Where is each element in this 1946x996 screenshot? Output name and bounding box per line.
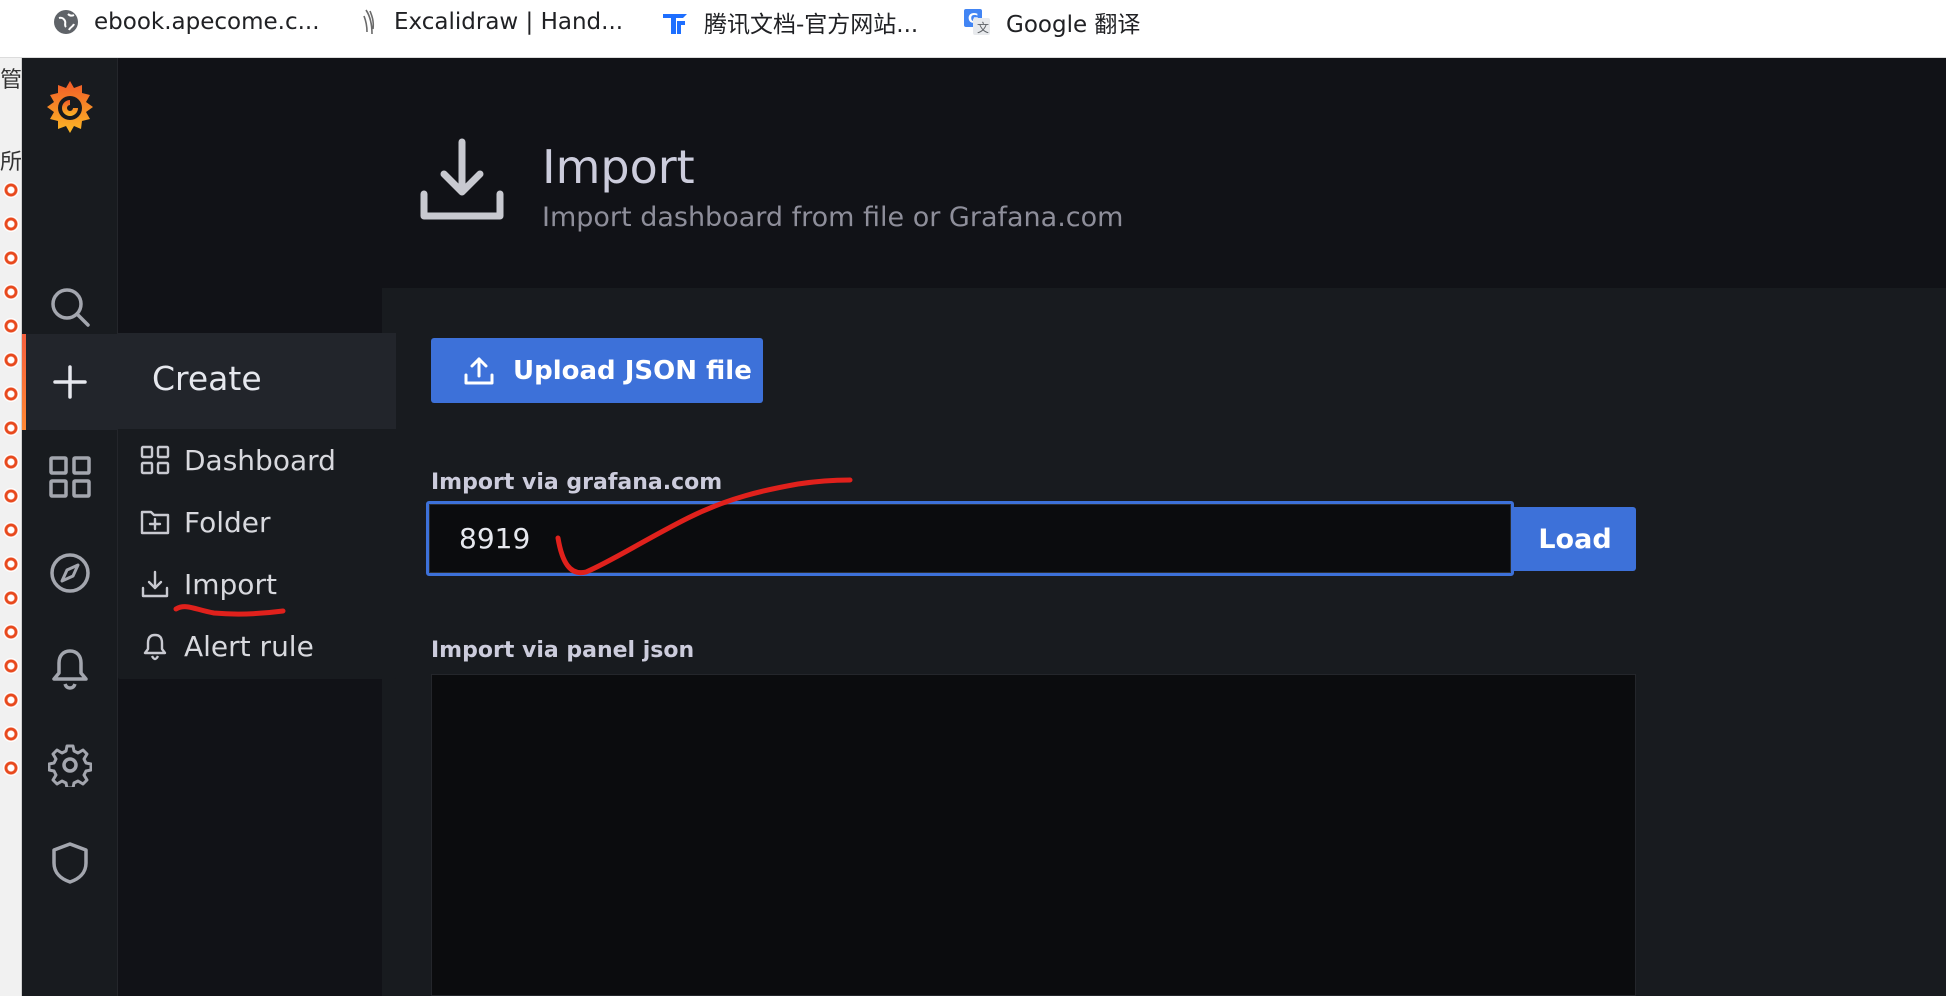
apps-icon [140, 445, 170, 475]
create-menu-item-alert-rule[interactable]: Alert rule [140, 623, 380, 669]
app-icon [3, 284, 19, 300]
bookmark-google-translate[interactable]: G 文 Google 翻译 [962, 8, 1141, 38]
dashboards-button[interactable] [22, 442, 118, 512]
folder-plus-icon [140, 510, 170, 535]
page-title: Import [542, 140, 695, 194]
bookmark-label: Excalidraw | Hand... [394, 9, 624, 35]
app-icon [3, 352, 19, 368]
app-icon [3, 318, 19, 334]
google-translate-icon: G 文 [964, 9, 990, 35]
app-icon [3, 556, 19, 572]
plus-icon [53, 365, 87, 399]
app-icon [3, 522, 19, 538]
app-icon [3, 658, 19, 674]
grafana-import-label: Import via grafana.com [431, 470, 723, 495]
create-menu-header[interactable]: Create [118, 333, 396, 429]
bookmark-ebook[interactable]: ebook.apecome.c... [52, 8, 320, 36]
page-header-icon [418, 138, 506, 228]
globe-icon [54, 10, 78, 34]
page-header: Import Import dashboard from file or Gra… [118, 58, 1946, 288]
gear-icon [48, 744, 92, 787]
bell-icon [143, 633, 167, 661]
bookmark-excalidraw[interactable]: Excalidraw | Hand... [358, 8, 623, 36]
upload-icon [464, 357, 494, 384]
tencent-docs-icon [663, 14, 687, 34]
panel-json-label: Import via panel json [431, 638, 695, 663]
background-window-edge: 要 管 所 [0, 58, 22, 996]
app-icon [3, 216, 19, 232]
upload-json-label: Upload JSON file [513, 355, 752, 386]
load-button[interactable]: Load [1514, 507, 1636, 571]
svg-text:文: 文 [977, 20, 989, 35]
import-icon [141, 570, 169, 598]
bookmark-label: 腾讯文档-官方网站... [704, 12, 919, 38]
bookmark-label: Google 翻译 [1006, 12, 1141, 38]
bookmark-tencent-docs[interactable]: 腾讯文档-官方网站... [660, 8, 919, 38]
configuration-button[interactable] [22, 730, 118, 800]
create-menu-item-label: Dashboard [184, 443, 336, 477]
background-char: 所 [0, 150, 22, 175]
grafana-logo-icon [47, 81, 93, 133]
create-menu-item-import[interactable]: Import [140, 561, 380, 607]
alerting-button[interactable] [22, 634, 118, 704]
search-button[interactable] [22, 272, 118, 342]
app-icon [3, 454, 19, 470]
app-icon [3, 182, 19, 198]
app-icon [3, 760, 19, 776]
create-menu-item-label: Alert rule [184, 629, 314, 663]
upload-json-button[interactable]: Upload JSON file [431, 338, 763, 403]
create-menu-item-label: Import [184, 567, 277, 601]
create-menu-item-dashboard[interactable]: Dashboard [140, 437, 380, 483]
side-menu [22, 58, 118, 996]
grafana-home-link[interactable] [22, 72, 118, 142]
page-subtitle: Import dashboard from file or Grafana.co… [542, 202, 1124, 233]
app-icon [3, 386, 19, 402]
excalidraw-icon [363, 9, 375, 35]
background-char: 管 [0, 68, 22, 93]
import-icon [420, 138, 504, 220]
app-icon [3, 420, 19, 436]
grafana-dashboard-id-input[interactable] [426, 501, 1514, 576]
create-menu-title: Create [152, 359, 262, 398]
shield-icon [52, 842, 88, 884]
apps-icon [49, 456, 91, 498]
bell-icon [52, 649, 88, 690]
create-menu-item-folder[interactable]: Folder [140, 499, 380, 545]
bookmarks-bar: ebook.apecome.c... Excalidraw | Hand... … [0, 0, 1946, 58]
search-icon [51, 288, 90, 327]
compass-icon [50, 553, 90, 593]
create-button[interactable] [22, 334, 118, 430]
server-admin-button[interactable] [22, 828, 118, 898]
app-icon [3, 488, 19, 504]
app-icon [3, 692, 19, 708]
panel-json-textarea[interactable] [431, 674, 1636, 996]
create-menu-item-label: Folder [184, 505, 271, 539]
app-icon [3, 590, 19, 606]
app-icon [3, 250, 19, 266]
create-menu: Create Dashboard Folder Import Alert rul… [118, 333, 396, 679]
app-icon [3, 624, 19, 640]
app-icon [3, 726, 19, 742]
explore-button[interactable] [22, 538, 118, 608]
bookmark-label: ebook.apecome.c... [94, 9, 320, 35]
